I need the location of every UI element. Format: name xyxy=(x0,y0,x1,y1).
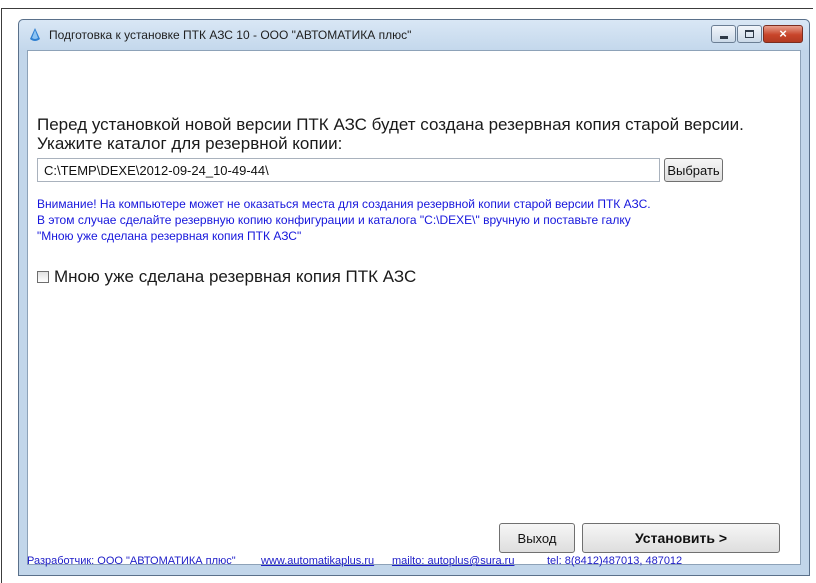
app-icon xyxy=(30,28,40,41)
email-link[interactable]: mailto: autoplus@sura.ru xyxy=(392,550,514,572)
backup-done-label[interactable]: Мною уже сделана резервная копия ПТК АЗС xyxy=(54,267,416,286)
exit-button[interactable]: Выход xyxy=(499,523,575,553)
installer-window: Подготовка к установке ПТК АЗС 10 - ООО … xyxy=(18,19,810,576)
minimize-icon xyxy=(720,36,728,39)
status-bar: Разработчик: ООО "АВТОМАТИКА плюс" www.a… xyxy=(27,550,801,572)
phone-label: tel: 8(8412)487013, 487012 xyxy=(547,555,683,567)
intro-line-1: Перед установкой новой версии ПТК АЗС бу… xyxy=(37,115,744,134)
warning-line-3: "Мною уже сделана резервная копия ПТК АЗ… xyxy=(37,229,302,243)
intro-line-2: Укажите каталог для резервной копии: xyxy=(37,134,343,153)
minimize-button[interactable] xyxy=(711,25,736,43)
website-link[interactable]: www.automatikaplus.ru xyxy=(261,550,374,572)
client-area: Перед установкой новой версии ПТК АЗС бу… xyxy=(27,50,801,565)
warning-text: Внимание! На компьютере может не оказать… xyxy=(37,196,787,244)
warning-line-1: Внимание! На компьютере может не оказать… xyxy=(37,197,651,211)
title-bar[interactable]: Подготовка к установке ПТК АЗС 10 - ООО … xyxy=(19,20,809,50)
intro-text: Перед установкой новой версии ПТК АЗС бу… xyxy=(37,115,777,153)
choose-folder-button[interactable]: Выбрать xyxy=(664,158,723,182)
window-title: Подготовка к установке ПТК АЗС 10 - ООО … xyxy=(49,28,412,42)
maximize-icon xyxy=(745,30,754,38)
close-button[interactable]: × xyxy=(763,25,803,43)
backup-done-checkbox[interactable] xyxy=(37,271,49,283)
backup-path-input[interactable] xyxy=(37,158,660,182)
install-button[interactable]: Установить > xyxy=(582,523,780,553)
warning-line-2: В этом случае сделайте резервную копию к… xyxy=(37,213,631,227)
close-icon: × xyxy=(779,26,787,41)
maximize-button[interactable] xyxy=(737,25,762,43)
developer-label: Разработчик: ООО "АВТОМАТИКА плюс" xyxy=(27,555,236,567)
